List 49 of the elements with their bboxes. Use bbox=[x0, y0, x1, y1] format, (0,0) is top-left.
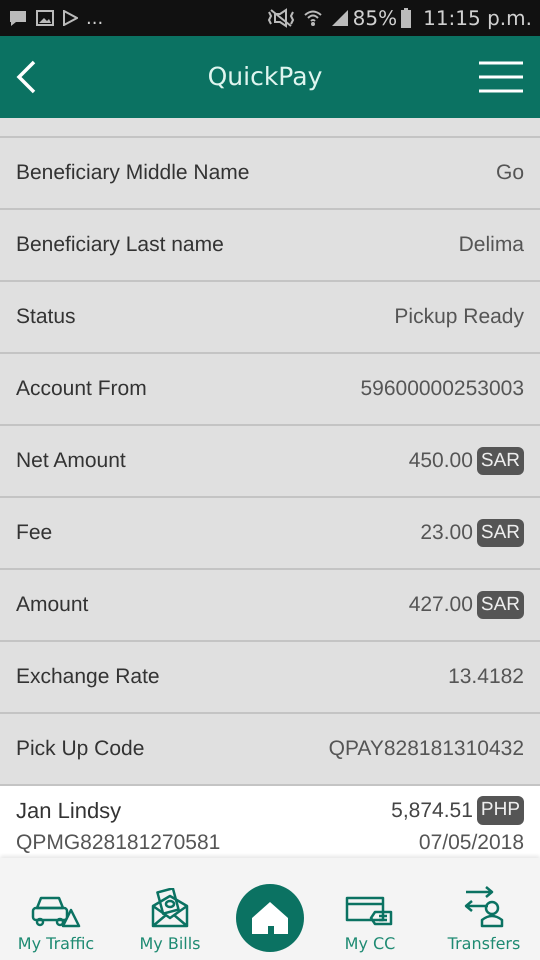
field-value: Pickup Ready bbox=[394, 304, 524, 330]
nav-item[interactable]: My Traffic bbox=[8, 894, 104, 956]
field-value: QPAY828181310432 bbox=[328, 736, 524, 762]
credit-card-tag-icon bbox=[345, 894, 395, 928]
field-label: Amount bbox=[16, 592, 88, 618]
wifi-icon bbox=[302, 8, 323, 28]
nav-item[interactable]: My CC bbox=[322, 894, 418, 956]
field-value: 450.00 bbox=[408, 448, 473, 474]
vibrate-mute-icon bbox=[266, 8, 295, 28]
field-label: Pick Up Code bbox=[16, 736, 144, 762]
field-value: 23.00 bbox=[420, 520, 473, 546]
signal-icon bbox=[330, 9, 349, 27]
battery-percent: 85% bbox=[352, 5, 398, 32]
car-warning-icon bbox=[31, 894, 81, 928]
field-label: Status bbox=[16, 304, 76, 330]
beneficiary-name: Jan Lindsy bbox=[16, 797, 122, 825]
currency-badge: SAR bbox=[476, 446, 524, 476]
nav-item[interactable]: Transfers bbox=[436, 884, 532, 956]
menu-icon bbox=[479, 61, 523, 93]
transaction-date: 07/05/2018 bbox=[418, 830, 524, 856]
transaction-amount: 5,874.51 bbox=[391, 798, 473, 824]
home-icon bbox=[250, 900, 290, 936]
nav-item[interactable]: My Bills bbox=[122, 888, 218, 956]
field-label: Exchange Rate bbox=[16, 664, 160, 690]
menu-button[interactable] bbox=[478, 60, 524, 94]
transaction-code: QPMG828181270581 bbox=[16, 830, 220, 856]
field-value: Delima bbox=[458, 232, 524, 258]
currency-badge: SAR bbox=[476, 518, 524, 548]
person-transfer-icon bbox=[462, 884, 506, 928]
clock: 11:15 p.m. bbox=[423, 5, 532, 32]
play-store-icon bbox=[62, 10, 78, 26]
screen-title: QuickPay bbox=[206, 61, 324, 94]
field-label: Fee bbox=[16, 520, 52, 546]
field-value: 13.4182 bbox=[448, 664, 524, 690]
battery-icon bbox=[401, 8, 412, 28]
image-icon bbox=[36, 10, 54, 26]
message-icon bbox=[8, 9, 28, 27]
more-notifications: ... bbox=[86, 6, 104, 30]
field-value: Go bbox=[496, 160, 524, 186]
field-value: 427.00 bbox=[408, 592, 473, 618]
envelope-money-icon bbox=[150, 888, 190, 928]
currency-badge: SAR bbox=[476, 590, 524, 620]
back-icon bbox=[16, 60, 36, 94]
field-label: Beneficiary Middle Name bbox=[16, 160, 250, 186]
field-value: 59600000253003 bbox=[360, 376, 524, 402]
field-label: Net Amount bbox=[16, 448, 126, 474]
field-label: Beneficiary Last name bbox=[16, 232, 224, 258]
field-label: Account From bbox=[16, 376, 147, 402]
currency-badge: PHP bbox=[476, 796, 524, 825]
